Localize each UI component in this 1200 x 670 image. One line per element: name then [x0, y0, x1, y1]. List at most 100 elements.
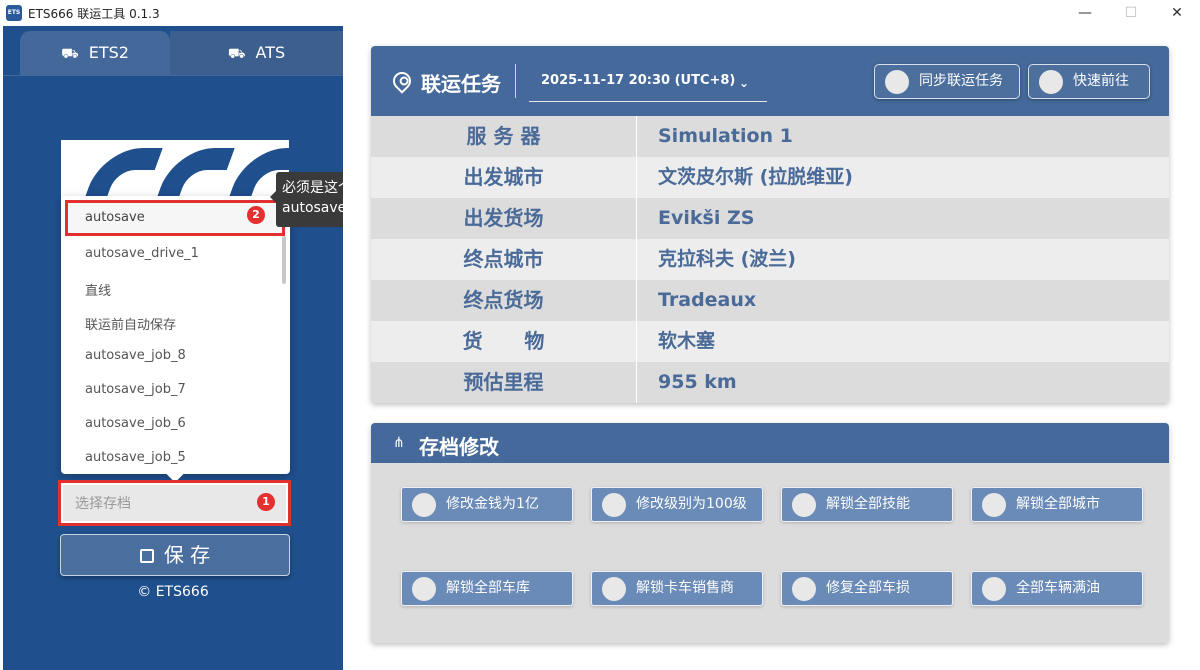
row-separator — [636, 198, 637, 239]
minimize-button[interactable]: — — [1062, 0, 1108, 26]
row-separator — [636, 362, 637, 403]
row-value: 克拉科夫 (波兰) — [658, 248, 796, 270]
mission-table: 服 务 器 Simulation 1 出发城市 文茨皮尔斯 (拉脱维亚) 出发货… — [371, 116, 1169, 403]
button-circle-icon — [1039, 70, 1063, 94]
button-circle-icon — [602, 577, 626, 601]
save-mod-card: ⋔ 存档修改 修改金钱为1亿 修改级别为100级 解锁全部技能 解锁全部城市 解… — [371, 423, 1169, 643]
mod-cities-button[interactable]: 解锁全部城市 — [971, 487, 1143, 522]
dropdown-scrollbar[interactable] — [282, 236, 286, 284]
tab-label: ETS2 — [88, 43, 129, 62]
table-row: 货 物 软木塞 — [371, 321, 1169, 362]
truck-icon: ⛟ — [227, 46, 246, 62]
table-row: 终点货场 Tradeaux — [371, 280, 1169, 321]
location-pin-icon — [389, 68, 415, 94]
button-circle-icon — [792, 577, 816, 601]
mod-repair-button[interactable]: 修复全部车损 — [781, 571, 953, 606]
mod-money-button[interactable]: 修改金钱为1亿 — [401, 487, 573, 522]
save-select-placeholder: 选择存档 — [63, 485, 286, 521]
mod-garages-button[interactable]: 解锁全部车库 — [401, 571, 573, 606]
maximize-button[interactable]: ☐ — [1108, 0, 1154, 26]
save-icon — [139, 549, 154, 563]
copyright: © ETS666 — [137, 584, 209, 600]
mod-button-label: 修复全部车损 — [826, 580, 910, 596]
button-circle-icon — [412, 493, 436, 517]
mod-button-label: 修改金钱为1亿 — [446, 496, 539, 512]
datetime-select[interactable]: 2025-11-17 20:30 (UTC+8) ⌄ — [529, 70, 767, 102]
save-mod-header: ⋔ 存档修改 — [371, 423, 1169, 463]
mod-button-label: 修改级别为100级 — [636, 496, 747, 512]
row-separator — [636, 157, 637, 198]
title-bar: ETS ETS666 联运工具 0.1.3 — ☐ ✕ — [0, 0, 1200, 26]
row-label: 预估里程 — [463, 370, 544, 394]
tab-ats[interactable]: ⛟ ATS — [170, 31, 343, 75]
main-content: 联运任务 2025-11-17 20:30 (UTC+8) ⌄ 同步联运任务 快… — [343, 26, 1200, 670]
row-label: 服 务 器 — [466, 124, 541, 148]
sync-button-label: 同步联运任务 — [919, 73, 1003, 89]
dropdown-item[interactable]: autosave_job_8 — [85, 348, 186, 363]
row-separator — [636, 280, 637, 321]
window-title: ETS666 联运工具 0.1.3 — [28, 7, 160, 21]
table-row: 终点城市 克拉科夫 (波兰) — [371, 239, 1169, 280]
row-label: 终点城市 — [463, 247, 544, 271]
row-value: Simulation 1 — [658, 125, 793, 147]
tab-label: ATS — [255, 43, 286, 62]
mod-button-label: 解锁全部技能 — [826, 496, 910, 512]
dropdown-item[interactable]: autosave_job_6 — [85, 416, 186, 431]
dropdown-item[interactable]: autosave_job_7 — [85, 382, 186, 397]
tab-divider — [3, 75, 343, 76]
mod-dealers-button[interactable]: 解锁卡车销售商 — [591, 571, 763, 606]
step-badge-2: 2 — [247, 206, 265, 224]
sync-mission-button[interactable]: 同步联运任务 — [874, 64, 1020, 99]
truck-icon: ⛟ — [61, 46, 79, 62]
row-value: 955 km — [658, 371, 737, 393]
app-logo-icon: ETS — [6, 5, 22, 21]
table-row: 预估里程 955 km — [371, 362, 1169, 403]
mod-level-button[interactable]: 修改级别为100级 — [591, 487, 763, 522]
mod-button-label: 解锁卡车销售商 — [636, 580, 734, 596]
share-icon: ⋔ — [393, 435, 405, 451]
row-label: 出发城市 — [463, 165, 544, 189]
mission-card: 联运任务 2025-11-17 20:30 (UTC+8) ⌄ 同步联运任务 快… — [371, 46, 1169, 403]
mod-fuel-button[interactable]: 全部车辆满油 — [971, 571, 1143, 606]
row-separator — [636, 116, 637, 157]
row-value: Tradeaux — [658, 289, 757, 311]
button-circle-icon — [885, 70, 909, 94]
save-select-input[interactable]: 选择存档 — [58, 480, 291, 526]
save-dropdown-list: autosave autosave_drive_1 直线 联运前自动保存 aut… — [61, 196, 290, 483]
save-button[interactable]: 保 存 — [60, 534, 290, 576]
table-row: 出发货场 Evikši ZS — [371, 198, 1169, 239]
close-button[interactable]: ✕ — [1154, 0, 1200, 26]
chevron-down-icon: ⌄ — [738, 76, 749, 90]
tab-ets2[interactable]: ⛟ ETS2 — [20, 31, 170, 75]
header-divider — [515, 64, 516, 98]
quick-go-button[interactable]: 快速前往 — [1028, 64, 1150, 99]
dropdown-item[interactable]: 直线 — [85, 280, 111, 299]
step-badge-1: 1 — [257, 493, 275, 511]
row-separator — [636, 321, 637, 362]
button-circle-icon — [412, 577, 436, 601]
mod-button-label: 解锁全部车库 — [446, 580, 530, 596]
button-circle-icon — [982, 493, 1006, 517]
row-separator — [636, 239, 637, 280]
mod-skills-button[interactable]: 解锁全部技能 — [781, 487, 953, 522]
mission-title: 联运任务 — [421, 72, 501, 96]
button-circle-icon — [602, 493, 626, 517]
row-label: 货 物 — [462, 329, 545, 353]
datetime-value: 2025-11-17 20:30 (UTC+8) — [541, 73, 736, 88]
row-value: 软木塞 — [658, 330, 716, 352]
mod-button-label: 解锁全部城市 — [1016, 496, 1100, 512]
button-circle-icon — [792, 493, 816, 517]
button-circle-icon — [982, 577, 1006, 601]
dropdown-item[interactable]: autosave_drive_1 — [85, 246, 199, 261]
table-row: 出发城市 文茨皮尔斯 (拉脱维亚) — [371, 157, 1169, 198]
row-label: 终点货场 — [463, 288, 544, 312]
row-value: 文茨皮尔斯 (拉脱维亚) — [658, 166, 853, 188]
save-mod-title: 存档修改 — [419, 435, 499, 459]
dropdown-item[interactable]: 联运前自动保存 — [85, 314, 176, 333]
row-value: Evikši ZS — [658, 207, 755, 229]
table-row: 服 务 器 Simulation 1 — [371, 116, 1169, 157]
dropdown-item[interactable]: autosave_job_5 — [85, 450, 186, 465]
row-label: 出发货场 — [463, 206, 544, 230]
mod-button-label: 全部车辆满油 — [1016, 580, 1100, 596]
mission-header: 联运任务 2025-11-17 20:30 (UTC+8) ⌄ 同步联运任务 快… — [371, 46, 1169, 116]
